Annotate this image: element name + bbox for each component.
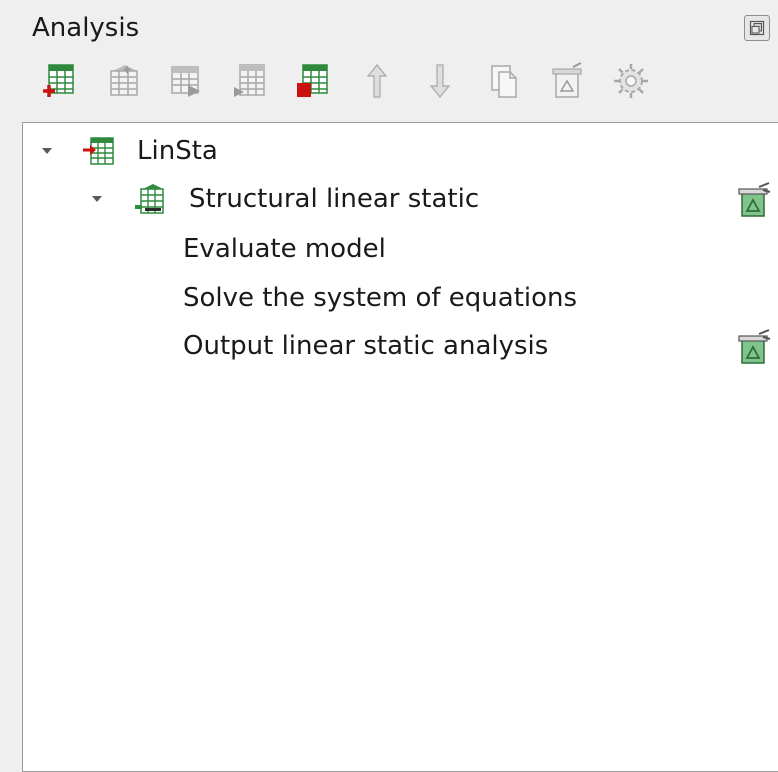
new-output-icon	[233, 64, 265, 97]
new-output-button[interactable]	[229, 59, 271, 103]
copy-icon	[490, 65, 517, 98]
tree-item-label: LinSta	[137, 136, 218, 166]
tree-item-analysis[interactable]: LinSta	[23, 129, 778, 173]
panel-title: Analysis	[32, 13, 140, 43]
tree-item-label: Output linear static analysis	[183, 331, 549, 361]
tree-item-task[interactable]: Output linear static analysis	[23, 324, 778, 368]
tree-item-task[interactable]: Evaluate model	[23, 227, 778, 271]
new-analysis-button[interactable]	[38, 59, 80, 103]
analysis-tree: LinSta Structural linear static Evaluate…	[22, 122, 778, 772]
new-analysis-step-icon	[109, 65, 138, 96]
move-down-icon	[429, 64, 451, 98]
clear-results-icon[interactable]	[735, 182, 771, 218]
new-solver-icon	[171, 66, 200, 97]
new-analysis-step-button[interactable]	[102, 59, 144, 103]
chevron-down-icon[interactable]	[39, 143, 55, 159]
tree-item-label: Evaluate model	[183, 234, 386, 264]
move-up-icon	[366, 64, 387, 98]
copy-button[interactable]	[483, 59, 525, 103]
run-analysis-button[interactable]	[610, 59, 652, 103]
run-analysis-icon	[613, 64, 648, 98]
clear-results-icon[interactable]	[735, 329, 771, 365]
clear-results-button[interactable]	[546, 59, 588, 103]
chevron-down-icon[interactable]	[89, 191, 105, 207]
analysis-toolbar	[38, 58, 673, 104]
move-up-button[interactable]	[356, 59, 398, 103]
tree-item-task[interactable]: Solve the system of equations	[23, 276, 778, 320]
clear-results-icon	[552, 62, 582, 98]
remove-item-button[interactable]	[292, 59, 334, 103]
tree-item-label: Structural linear static	[189, 184, 480, 214]
float-panel-icon	[749, 20, 765, 36]
remove-item-icon	[297, 64, 328, 97]
tree-item-label: Solve the system of equations	[183, 283, 578, 313]
new-analysis-icon	[43, 64, 74, 97]
tree-item-step[interactable]: Structural linear static	[23, 177, 778, 221]
new-solver-button[interactable]	[165, 59, 207, 103]
analysis-case-icon	[83, 137, 114, 165]
analysis-step-icon	[135, 184, 164, 214]
move-down-button[interactable]	[419, 59, 461, 103]
float-panel-button[interactable]	[744, 15, 770, 41]
